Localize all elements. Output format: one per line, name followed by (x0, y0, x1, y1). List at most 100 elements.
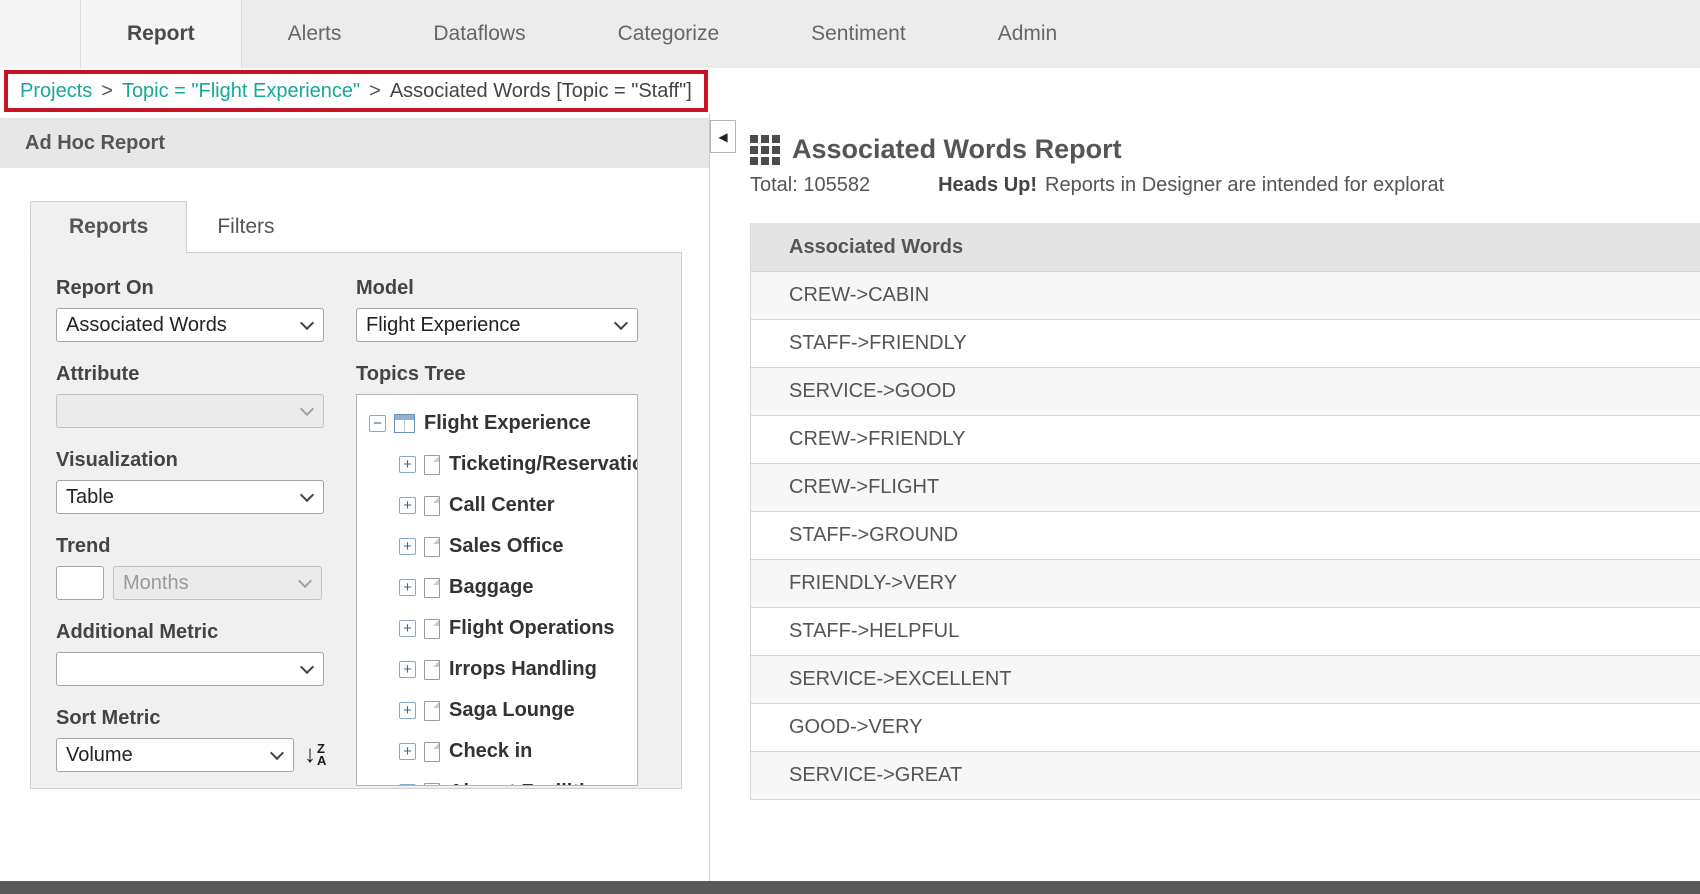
tab-reports[interactable]: Reports (30, 201, 187, 253)
table-row[interactable]: CREW->FRIENDLY (751, 415, 1700, 463)
table-row[interactable]: SERVICE->GREAT (751, 751, 1700, 799)
tree-node-label: Baggage (449, 576, 533, 599)
breadcrumb-projects-link[interactable]: Projects (20, 80, 92, 103)
app-root: Report Alerts Dataflows Categorize Senti… (0, 0, 1700, 894)
expand-plus-icon[interactable]: + (399, 497, 416, 514)
panel-collapse-button[interactable]: ◀ (710, 120, 736, 153)
page-icon (424, 496, 440, 516)
breadcrumb-separator: > (369, 80, 381, 103)
expand-plus-icon[interactable]: + (399, 661, 416, 678)
tree-node[interactable]: + Flight Operations (369, 608, 637, 649)
page-icon (424, 578, 440, 598)
report-on-label: Report On (56, 277, 356, 300)
table-row[interactable]: CREW->FLIGHT (751, 463, 1700, 511)
nav-tab-admin[interactable]: Admin (952, 0, 1104, 68)
visualization-select[interactable]: Table (56, 480, 324, 514)
tree-node[interactable]: + Sales Office (369, 526, 637, 567)
table-row[interactable]: STAFF->FRIENDLY (751, 319, 1700, 367)
expand-plus-icon[interactable]: + (399, 702, 416, 719)
page-icon (424, 455, 440, 475)
nav-tab-dataflows[interactable]: Dataflows (387, 0, 571, 68)
report-form: Report On Associated Words Attribute Vis… (30, 252, 682, 789)
model-label: Model (356, 277, 681, 300)
tree-node-label: Airport Facilities (449, 781, 607, 786)
trend-label: Trend (56, 535, 356, 558)
sort-metric-select[interactable]: Volume (56, 738, 294, 772)
attribute-select[interactable] (56, 394, 324, 428)
tree-node[interactable]: + Airport Facilities (369, 772, 637, 786)
page-icon (424, 619, 440, 639)
chevron-down-icon (298, 573, 312, 587)
expand-plus-icon[interactable]: + (399, 743, 416, 760)
table-row[interactable]: CREW->CABIN (751, 271, 1700, 319)
nav-tab-categorize[interactable]: Categorize (572, 0, 766, 68)
top-nav: Report Alerts Dataflows Categorize Senti… (0, 0, 1700, 68)
panel-title: Ad Hoc Report (0, 118, 709, 168)
chevron-down-icon (270, 745, 284, 759)
topics-tree: − Flight Experience + Ticketing/Reservat… (356, 394, 638, 786)
heads-up-notice: Heads Up! Reports in Designer are intende… (938, 174, 1444, 197)
sort-metric-controls: Volume ↓ Z A (56, 738, 356, 772)
table-header: Associated Words (751, 223, 1700, 271)
additional-metric-select[interactable] (56, 652, 324, 686)
tree-node-label: Check in (449, 740, 532, 763)
page-icon (424, 742, 440, 762)
tree-node[interactable]: + Ticketing/Reservations (369, 444, 637, 485)
nav-tab-sentiment[interactable]: Sentiment (765, 0, 952, 68)
chevron-down-icon (300, 487, 314, 501)
nav-tab-alerts[interactable]: Alerts (242, 0, 388, 68)
report-on-value: Associated Words (66, 314, 227, 337)
expand-plus-icon[interactable]: + (399, 620, 416, 637)
nav-tab-report[interactable]: Report (80, 0, 242, 68)
tree-node[interactable]: + Irrops Handling (369, 649, 637, 690)
panel-tabs: Reports Filters (30, 201, 709, 252)
grid-icon (750, 135, 780, 165)
breadcrumb-annotation-box: Projects > Topic = "Flight Experience" >… (4, 70, 708, 112)
topics-tree-label: Topics Tree (356, 363, 681, 386)
bottom-scrollbar[interactable] (0, 881, 1700, 894)
model-select[interactable]: Flight Experience (356, 308, 638, 342)
expand-plus-icon[interactable]: + (399, 579, 416, 596)
trend-input[interactable] (56, 566, 104, 600)
page-icon (424, 537, 440, 557)
table-row[interactable]: GOOD->VERY (751, 703, 1700, 751)
form-right-column: Model Flight Experience Topics Tree − Fl… (356, 277, 681, 788)
breadcrumb-topic-link[interactable]: Topic = "Flight Experience" (122, 80, 360, 103)
visualization-value: Table (66, 486, 114, 509)
sort-za-icon[interactable]: ↓ Z A (304, 743, 326, 767)
expand-plus-icon[interactable]: + (399, 784, 416, 786)
table-row[interactable]: STAFF->GROUND (751, 511, 1700, 559)
report-on-select[interactable]: Associated Words (56, 308, 324, 342)
table-row[interactable]: STAFF->HELPFUL (751, 607, 1700, 655)
table-row[interactable]: SERVICE->GOOD (751, 367, 1700, 415)
attribute-label: Attribute (56, 363, 356, 386)
page-icon (424, 660, 440, 680)
nav-left-pad (0, 0, 80, 68)
sort-letters: Z A (317, 743, 326, 767)
trend-unit-select[interactable]: Months (113, 566, 322, 600)
expand-plus-icon[interactable]: + (399, 538, 416, 555)
report-title: Associated Words Report (792, 134, 1122, 165)
expand-plus-icon[interactable]: + (399, 456, 416, 473)
notice-title: Heads Up! (938, 174, 1037, 196)
collapse-minus-icon[interactable]: − (369, 415, 386, 432)
table-row[interactable]: FRIENDLY->VERY (751, 559, 1700, 607)
tab-filters[interactable]: Filters (187, 202, 304, 252)
model-icon (394, 414, 415, 433)
chevron-down-icon (300, 659, 314, 673)
tree-node[interactable]: + Baggage (369, 567, 637, 608)
tree-node[interactable]: + Call Center (369, 485, 637, 526)
visualization-label: Visualization (56, 449, 356, 472)
ad-hoc-report-panel: Ad Hoc Report Reports Filters Report On … (0, 114, 710, 881)
chevron-down-icon (300, 315, 314, 329)
tree-node[interactable]: + Saga Lounge (369, 690, 637, 731)
tree-node-flight-experience[interactable]: − Flight Experience (369, 403, 637, 444)
sort-metric-value: Volume (66, 744, 133, 767)
tree-node-label: Irrops Handling (449, 658, 597, 681)
table-row[interactable]: SERVICE->EXCELLENT (751, 655, 1700, 703)
sort-metric-label: Sort Metric (56, 707, 356, 730)
tree-node[interactable]: + Check in (369, 731, 637, 772)
page-icon (424, 701, 440, 721)
tree-node-label: Call Center (449, 494, 555, 517)
notice-text: Reports in Designer are intended for exp… (1045, 174, 1444, 196)
